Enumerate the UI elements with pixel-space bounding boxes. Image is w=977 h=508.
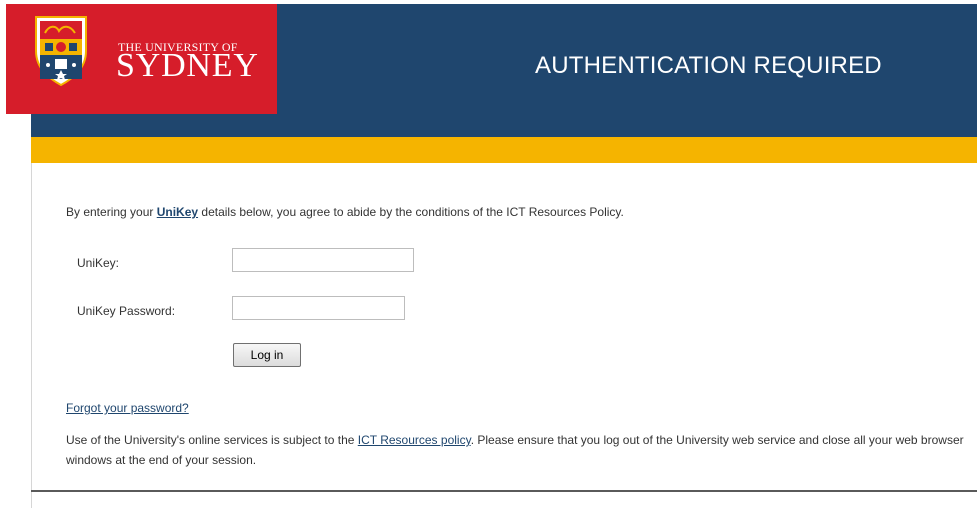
password-input[interactable]	[232, 296, 405, 320]
authentication-page: THE UNIVERSITY OF SYDNEY AUTHENTICATION …	[0, 0, 977, 508]
intro-text: By entering your UniKey details below, y…	[66, 205, 624, 219]
page-title: AUTHENTICATION REQUIRED	[535, 52, 882, 79]
forgot-password-link[interactable]: Forgot your password?	[66, 401, 189, 415]
bottom-divider	[31, 490, 977, 492]
unikey-label: UniKey:	[77, 256, 120, 270]
login-button[interactable]: Log in	[233, 343, 301, 367]
intro-suffix: details below, you agree to abide by the…	[198, 205, 624, 219]
university-logo: THE UNIVERSITY OF SYDNEY	[6, 4, 277, 114]
ict-resources-policy-link[interactable]: ICT Resources policy	[358, 433, 471, 447]
content-border	[31, 163, 32, 508]
policy-text: Use of the University's online services …	[66, 430, 966, 470]
unikey-input[interactable]	[232, 248, 414, 272]
policy-prefix: Use of the University's online services …	[66, 433, 358, 447]
university-crest-icon	[35, 16, 87, 87]
unikey-link[interactable]: UniKey	[157, 205, 198, 219]
intro-prefix: By entering your	[66, 205, 157, 219]
logo-big-text: SYDNEY	[116, 47, 259, 84]
header-gold-stripe	[31, 137, 977, 163]
password-label: UniKey Password:	[77, 304, 176, 318]
